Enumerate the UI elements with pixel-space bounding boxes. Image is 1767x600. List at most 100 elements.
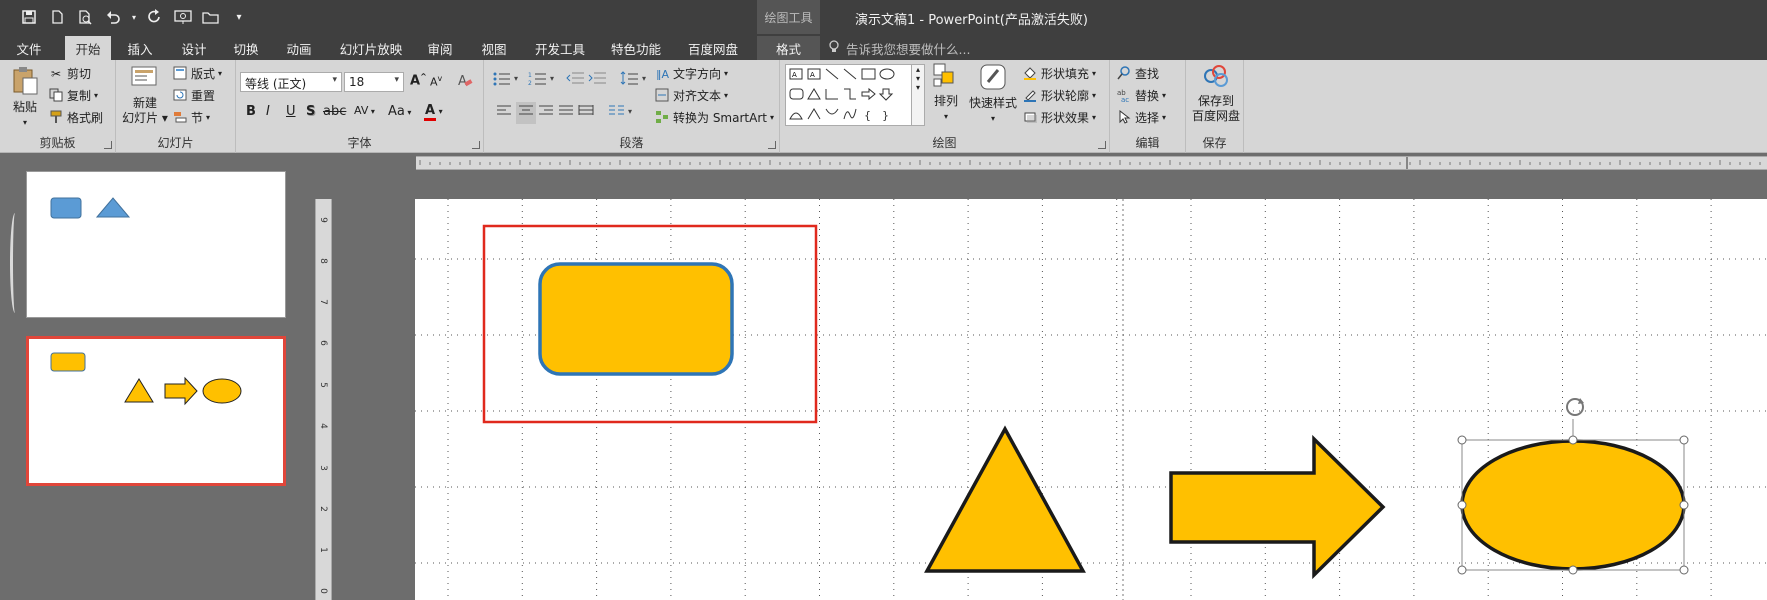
reset-button[interactable]: 重置 xyxy=(172,87,215,104)
align-center-icon[interactable] xyxy=(516,102,536,124)
clipboard-group-label: 剪贴板 xyxy=(39,136,76,150)
tab-features[interactable]: 特色功能 xyxy=(606,36,666,60)
change-case-button[interactable]: Aa ▾ xyxy=(388,104,411,119)
font-name-combo[interactable]: 等线 (正文) ▾ xyxy=(240,72,342,92)
tab-home[interactable]: 开始 xyxy=(65,36,111,60)
tab-design[interactable]: 设计 xyxy=(172,36,216,60)
tab-animations[interactable]: 动画 xyxy=(277,36,321,60)
replace-icon: ab ac xyxy=(1116,88,1132,104)
section-button[interactable]: 节 ▾ xyxy=(172,109,210,126)
slideshow-icon[interactable] xyxy=(172,6,194,28)
distributed-icon[interactable] xyxy=(578,104,594,122)
save-to-baidu-button[interactable]: 保存到 百度网盘 xyxy=(1190,62,1242,124)
tab-file[interactable]: 文件 xyxy=(8,36,50,60)
slide-thumbnail-1-content xyxy=(50,197,131,219)
ellipse-shape[interactable] xyxy=(1460,439,1686,571)
tab-developer[interactable]: 开发工具 xyxy=(530,36,590,60)
ruler-number: 8 xyxy=(317,258,328,264)
rounded-rectangle-shape[interactable] xyxy=(538,262,734,376)
save-icon[interactable] xyxy=(18,6,40,28)
bullets-icon[interactable]: ▾ xyxy=(492,70,522,90)
ruler-number: 2 xyxy=(317,506,328,512)
cut-button[interactable]: ✂ 剪切 xyxy=(48,65,91,82)
tab-format[interactable]: 格式 xyxy=(757,36,820,60)
align-right-icon[interactable] xyxy=(538,104,554,122)
horizontal-ruler-ticks xyxy=(419,157,1761,169)
section-icon xyxy=(172,110,188,126)
find-button[interactable]: 查找 xyxy=(1116,65,1159,82)
text-shadow-button[interactable]: S xyxy=(306,104,315,119)
align-text-button[interactable]: 对齐文本 ▾ xyxy=(654,87,728,104)
quick-styles-button[interactable]: 快速样式 ▾ xyxy=(968,62,1018,126)
shape-effects-icon xyxy=(1022,110,1038,126)
tell-me-search[interactable]: 告诉我您想要做什么... xyxy=(828,39,970,58)
align-left-icon[interactable] xyxy=(496,104,512,122)
shapes-gallery[interactable]: A A { } ▴ ▾ ▾ xyxy=(785,64,925,126)
slides-group-label: 幻灯片 xyxy=(157,136,194,150)
slide-thumbnail-1[interactable] xyxy=(26,171,286,318)
italic-button[interactable]: I xyxy=(266,104,270,119)
clear-formatting-icon[interactable]: A xyxy=(457,72,473,92)
rotation-handle[interactable] xyxy=(1566,398,1584,416)
slide-canvas[interactable] xyxy=(415,199,1767,600)
tab-slideshow[interactable]: 幻灯片放映 xyxy=(334,36,408,60)
smartart-button[interactable]: 转换为 SmartArt ▾ xyxy=(654,109,774,126)
clipboard-launcher-icon[interactable] xyxy=(104,141,112,149)
drawing-tools-context-label: 绘图工具 xyxy=(757,0,820,34)
justify-icon[interactable] xyxy=(558,104,574,122)
grow-font-icon[interactable]: A^ xyxy=(410,72,427,88)
shrink-font-icon[interactable]: Av xyxy=(430,74,442,89)
select-button[interactable]: 选择 ▾ xyxy=(1116,109,1166,126)
font-color-button[interactable]: A ▾ xyxy=(424,103,443,121)
numbering-icon[interactable]: 1 2 ▾ xyxy=(528,70,558,90)
undo-dropdown-icon[interactable]: ▾ xyxy=(130,6,138,28)
copy-button[interactable]: 复制 ▾ xyxy=(48,87,98,104)
svg-text:A: A xyxy=(458,74,467,88)
ruler-number: 9 xyxy=(317,217,328,223)
paragraph-launcher-icon[interactable] xyxy=(768,141,776,149)
tell-me-placeholder: 告诉我您想要做什么... xyxy=(846,42,971,57)
paragraph-group: ▾ 1 2 ▾ ▾ ‖A 文字方向 ▾ 对齐文本 ▾ 转换为 SmartArt … xyxy=(484,60,780,153)
tab-transitions[interactable]: 切换 xyxy=(224,36,268,60)
print-preview-icon[interactable] xyxy=(74,6,96,28)
svg-text:▾: ▾ xyxy=(642,74,646,83)
text-direction-button[interactable]: ‖A 文字方向 ▾ xyxy=(654,65,728,82)
paste-button[interactable]: 粘贴 ▾ xyxy=(8,66,42,130)
decrease-indent-icon[interactable] xyxy=(566,70,586,90)
new-slide-button[interactable]: 新建 幻灯片 ▾ xyxy=(122,64,168,126)
ruler-number: 4 xyxy=(317,423,328,429)
triangle-shape[interactable] xyxy=(924,425,1086,573)
shape-fill-button[interactable]: 形状填充 ▾ xyxy=(1022,65,1096,82)
slide-thumbnail-2[interactable] xyxy=(26,336,286,486)
drawing-launcher-icon[interactable] xyxy=(1098,141,1106,149)
character-spacing-button[interactable]: AV ▾ xyxy=(354,104,375,117)
format-painter-button[interactable]: 格式刷 xyxy=(48,109,103,126)
strikethrough-icon[interactable]: abc xyxy=(323,104,346,119)
drawing-group: A A { } ▴ ▾ ▾ 排列 ▾ 快速样式 ▾ 形状填充 ▾ 形状轮廓 ▾ … xyxy=(780,60,1110,153)
layout-button[interactable]: 版式 ▾ xyxy=(172,65,222,82)
underline-button[interactable]: U xyxy=(286,104,296,119)
tab-baidu-netdisk[interactable]: 百度网盘 xyxy=(683,36,743,60)
font-group: 等线 (正文) ▾ 18 ▾ A^ Av A B I U S abc AV ▾ … xyxy=(236,60,484,153)
arrange-button[interactable]: 排列 ▾ xyxy=(928,62,964,124)
tab-review[interactable]: 审阅 xyxy=(418,36,462,60)
gallery-scroll[interactable]: ▴ ▾ ▾ xyxy=(911,65,924,125)
bold-button[interactable]: B xyxy=(246,104,256,119)
font-size-combo[interactable]: 18 ▾ xyxy=(344,72,404,92)
increase-indent-icon[interactable] xyxy=(588,70,608,90)
tab-insert[interactable]: 插入 xyxy=(118,36,162,60)
redo-icon[interactable] xyxy=(144,6,166,28)
right-arrow-shape[interactable] xyxy=(1169,434,1386,580)
tab-view[interactable]: 视图 xyxy=(472,36,516,60)
customize-icon[interactable]: ▾ xyxy=(228,6,250,28)
open-icon[interactable] xyxy=(200,6,222,28)
shape-effects-button[interactable]: 形状效果 ▾ xyxy=(1022,109,1096,126)
replace-button[interactable]: ab ac 替换 ▾ xyxy=(1116,87,1166,104)
font-launcher-icon[interactable] xyxy=(472,141,480,149)
undo-icon[interactable] xyxy=(102,6,124,28)
columns-icon[interactable]: ▾ xyxy=(608,104,638,122)
clipboard-group: 粘贴 ▾ ✂ 剪切 复制 ▾ 格式刷 剪贴板 xyxy=(0,60,116,153)
line-spacing-icon[interactable]: ▾ xyxy=(620,70,650,90)
shape-outline-button[interactable]: 形状轮廓 ▾ xyxy=(1022,87,1096,104)
new-icon[interactable] xyxy=(46,6,68,28)
